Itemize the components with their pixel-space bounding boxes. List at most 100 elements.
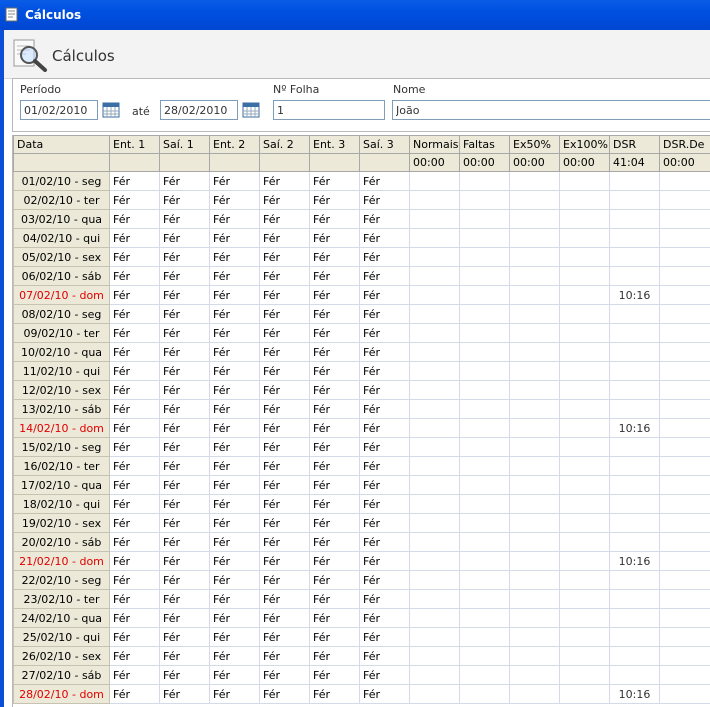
punch-cell[interactable]: Fér — [359, 437, 410, 457]
punch-cell[interactable]: Fér — [159, 570, 210, 590]
punch-cell[interactable]: Fér — [159, 456, 210, 476]
punch-cell[interactable]: Fér — [259, 589, 310, 609]
punch-cell[interactable]: Fér — [359, 418, 410, 438]
punch-cell[interactable]: Fér — [209, 456, 260, 476]
punch-cell[interactable]: Fér — [159, 494, 210, 514]
punch-cell[interactable]: Fér — [259, 266, 310, 286]
column-header[interactable]: DSR.De — [659, 135, 710, 154]
punch-cell[interactable]: Fér — [209, 361, 260, 381]
punch-cell[interactable]: Fér — [359, 171, 410, 191]
punch-cell[interactable]: Fér — [259, 228, 310, 248]
punch-cell[interactable]: Fér — [109, 513, 160, 533]
punch-cell[interactable]: Fér — [109, 570, 160, 590]
punch-cell[interactable]: Fér — [359, 608, 410, 628]
punch-cell[interactable]: Fér — [309, 247, 360, 267]
punch-cell[interactable]: Fér — [109, 665, 160, 685]
punch-cell[interactable]: Fér — [209, 342, 260, 362]
column-header[interactable]: Ent. 2 — [209, 135, 260, 154]
punch-cell[interactable]: Fér — [309, 342, 360, 362]
column-header[interactable]: DSR — [609, 135, 660, 154]
punch-cell[interactable]: Fér — [359, 589, 410, 609]
punch-cell[interactable]: Fér — [359, 475, 410, 495]
punch-cell[interactable]: Fér — [159, 646, 210, 666]
table-row[interactable]: 14/02/10 - dom Fér Fér Fér Fér Fér Fér 10:16 — [13, 418, 710, 438]
column-header[interactable]: Ex50% — [509, 135, 560, 154]
column-header[interactable]: Ent. 1 — [109, 135, 160, 154]
punch-cell[interactable]: Fér — [259, 361, 310, 381]
name-input[interactable] — [392, 100, 710, 120]
punch-cell[interactable]: Fér — [209, 551, 260, 571]
column-header[interactable]: Faltas — [459, 135, 510, 154]
column-header[interactable]: Data — [13, 135, 110, 154]
punch-cell[interactable]: Fér — [259, 342, 310, 362]
table-row[interactable]: 12/02/10 - sex Fér Fér Fér Fér Fér Fér — [13, 380, 710, 400]
punch-cell[interactable]: Fér — [259, 380, 310, 400]
punch-cell[interactable]: Fér — [359, 285, 410, 305]
punch-cell[interactable]: Fér — [159, 171, 210, 191]
punch-cell[interactable]: Fér — [359, 570, 410, 590]
punch-cell[interactable]: Fér — [259, 570, 310, 590]
punch-cell[interactable]: Fér — [159, 589, 210, 609]
punch-cell[interactable]: Fér — [109, 304, 160, 324]
punch-cell[interactable]: Fér — [159, 437, 210, 457]
punch-cell[interactable]: Fér — [209, 684, 260, 704]
punch-cell[interactable]: Fér — [309, 475, 360, 495]
punch-cell[interactable]: Fér — [109, 551, 160, 571]
timesheet-grid[interactable]: Data Ent. 1 Saí. 1 Ent. 2 Saí. 2 Ent. 3 Saí. 3… — [12, 135, 710, 707]
punch-cell[interactable]: Fér — [309, 684, 360, 704]
punch-cell[interactable]: Fér — [359, 551, 410, 571]
punch-cell[interactable]: Fér — [209, 323, 260, 343]
punch-cell[interactable]: Fér — [109, 399, 160, 419]
punch-cell[interactable]: Fér — [309, 380, 360, 400]
punch-cell[interactable]: Fér — [209, 437, 260, 457]
table-row[interactable]: 02/02/10 - ter Fér Fér Fér Fér Fér Fér — [13, 190, 710, 210]
table-row[interactable]: 15/02/10 - seg Fér Fér Fér Fér Fér Fér — [13, 437, 710, 457]
punch-cell[interactable]: Fér — [209, 627, 260, 647]
punch-cell[interactable]: Fér — [159, 323, 210, 343]
table-row[interactable]: 22/02/10 - seg Fér Fér Fér Fér Fér Fér — [13, 570, 710, 590]
punch-cell[interactable]: Fér — [209, 209, 260, 229]
punch-cell[interactable]: Fér — [109, 323, 160, 343]
punch-cell[interactable]: Fér — [209, 494, 260, 514]
column-header[interactable]: Saí. 3 — [359, 135, 410, 154]
punch-cell[interactable]: Fér — [159, 684, 210, 704]
punch-cell[interactable]: Fér — [259, 513, 310, 533]
punch-cell[interactable]: Fér — [359, 665, 410, 685]
punch-cell[interactable]: Fér — [159, 266, 210, 286]
punch-cell[interactable]: Fér — [109, 475, 160, 495]
punch-cell[interactable]: Fér — [259, 247, 310, 267]
punch-cell[interactable]: Fér — [309, 589, 360, 609]
punch-cell[interactable]: Fér — [359, 684, 410, 704]
punch-cell[interactable]: Fér — [109, 456, 160, 476]
punch-cell[interactable]: Fér — [259, 171, 310, 191]
table-row[interactable]: 20/02/10 - sáb Fér Fér Fér Fér Fér Fér — [13, 532, 710, 552]
punch-cell[interactable]: Fér — [259, 437, 310, 457]
punch-cell[interactable]: Fér — [259, 627, 310, 647]
punch-cell[interactable]: Fér — [109, 608, 160, 628]
table-row[interactable]: 11/02/10 - qui Fér Fér Fér Fér Fér Fér — [13, 361, 710, 381]
table-row[interactable]: 26/02/10 - sex Fér Fér Fér Fér Fér Fér — [13, 646, 710, 666]
punch-cell[interactable]: Fér — [209, 228, 260, 248]
punch-cell[interactable]: Fér — [259, 608, 310, 628]
punch-cell[interactable]: Fér — [259, 209, 310, 229]
punch-cell[interactable]: Fér — [259, 399, 310, 419]
column-header[interactable]: Saí. 1 — [159, 135, 210, 154]
table-row[interactable]: 09/02/10 - ter Fér Fér Fér Fér Fér Fér — [13, 323, 710, 343]
punch-cell[interactable]: Fér — [259, 665, 310, 685]
table-row[interactable]: 01/02/10 - seg Fér Fér Fér Fér Fér Fér — [13, 171, 710, 191]
punch-cell[interactable]: Fér — [109, 361, 160, 381]
punch-cell[interactable]: Fér — [359, 209, 410, 229]
punch-cell[interactable]: Fér — [359, 494, 410, 514]
punch-cell[interactable]: Fér — [209, 513, 260, 533]
punch-cell[interactable]: Fér — [309, 513, 360, 533]
punch-cell[interactable]: Fér — [159, 361, 210, 381]
table-row[interactable]: 06/02/10 - sáb Fér Fér Fér Fér Fér Fér — [13, 266, 710, 286]
punch-cell[interactable]: Fér — [309, 266, 360, 286]
punch-cell[interactable]: Fér — [209, 418, 260, 438]
table-row[interactable]: 21/02/10 - dom Fér Fér Fér Fér Fér Fér 10:16 — [13, 551, 710, 571]
punch-cell[interactable]: Fér — [309, 285, 360, 305]
punch-cell[interactable]: Fér — [109, 247, 160, 267]
punch-cell[interactable]: Fér — [309, 570, 360, 590]
punch-cell[interactable]: Fér — [159, 475, 210, 495]
punch-cell[interactable]: Fér — [109, 228, 160, 248]
